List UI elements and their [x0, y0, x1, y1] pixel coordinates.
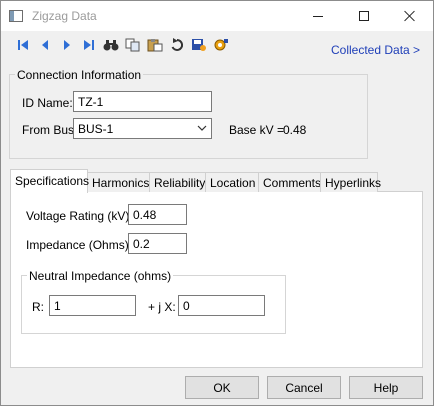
base-kv-value: 0.48: [283, 123, 307, 137]
reactance-label: + j X:: [148, 300, 176, 314]
first-record-icon: [18, 40, 28, 50]
settings-button[interactable]: [211, 36, 231, 54]
impedance-label: Impedance (Ohms):: [26, 238, 133, 252]
tab-label: Specifications: [15, 174, 90, 188]
settings-icon: [214, 39, 228, 51]
next-record-icon: [64, 40, 70, 50]
id-name-input[interactable]: [73, 91, 212, 112]
reactance-input[interactable]: [178, 295, 265, 316]
zigzag-data-dialog: Zigzag Data Collected Data > Connection …: [0, 0, 434, 406]
impedance-input[interactable]: [128, 233, 187, 254]
tab-label: Hyperlinks: [325, 176, 382, 190]
ok-button[interactable]: OK: [185, 376, 259, 399]
last-record-icon: [84, 40, 94, 50]
maximize-icon: [359, 11, 369, 21]
connection-information-legend: Connection Information: [15, 68, 144, 82]
copy-icon: [125, 38, 140, 52]
close-icon: [404, 10, 416, 22]
undo-button[interactable]: [167, 36, 187, 54]
tab-specifications[interactable]: Specifications: [10, 169, 90, 193]
help-button[interactable]: Help: [349, 376, 423, 399]
save-library-button[interactable]: [189, 36, 209, 54]
title-bar[interactable]: Zigzag Data: [1, 1, 433, 31]
toolbar: [13, 36, 233, 54]
next-record-button[interactable]: [57, 36, 77, 54]
minimize-icon: [313, 15, 323, 17]
close-button[interactable]: [387, 1, 433, 31]
resistance-input[interactable]: [49, 295, 136, 316]
chevron-down-icon: [197, 125, 207, 131]
tab-label: Reliability: [154, 176, 206, 190]
voltage-rating-label: Voltage Rating (kV):: [26, 209, 133, 223]
tab-comments[interactable]: Comments: [258, 172, 321, 192]
tab-label: Comments: [263, 176, 322, 190]
minimize-button[interactable]: [295, 1, 341, 31]
connection-information-group: [9, 74, 368, 159]
resistance-label: R:: [32, 300, 44, 314]
paste-icon: [147, 39, 163, 52]
app-window-icon: [9, 10, 23, 22]
copy-button[interactable]: [123, 36, 143, 54]
undo-icon: [171, 38, 184, 51]
voltage-rating-input[interactable]: [128, 204, 187, 225]
tab-harmonics[interactable]: Harmonics: [87, 172, 150, 192]
find-icon: [103, 40, 119, 51]
paste-button[interactable]: [145, 36, 165, 54]
collected-data-link[interactable]: Collected Data >: [331, 43, 420, 57]
window-title: Zigzag Data: [32, 9, 97, 23]
last-record-button[interactable]: [79, 36, 99, 54]
maximize-button[interactable]: [341, 1, 387, 31]
previous-record-icon: [42, 40, 48, 50]
from-bus-label: From Bus:: [22, 123, 78, 137]
first-record-button[interactable]: [13, 36, 33, 54]
save-library-icon: [192, 39, 206, 51]
tab-label: Harmonics: [92, 176, 150, 190]
find-button[interactable]: [101, 36, 121, 54]
tab-hyperlinks[interactable]: Hyperlinks: [320, 172, 382, 192]
previous-record-button[interactable]: [35, 36, 55, 54]
cancel-button[interactable]: Cancel: [267, 376, 341, 399]
tab-label: Location: [210, 176, 256, 190]
tab-location[interactable]: Location: [205, 172, 259, 192]
tab-reliability[interactable]: Reliability: [149, 172, 206, 192]
neutral-impedance-legend: Neutral Impedance (ohms): [27, 269, 174, 283]
base-kv-label: Base kV =: [229, 123, 285, 137]
id-name-label: ID Name:: [22, 96, 73, 110]
from-bus-select[interactable]: BUS-1: [73, 118, 212, 139]
from-bus-value: BUS-1: [78, 122, 114, 136]
